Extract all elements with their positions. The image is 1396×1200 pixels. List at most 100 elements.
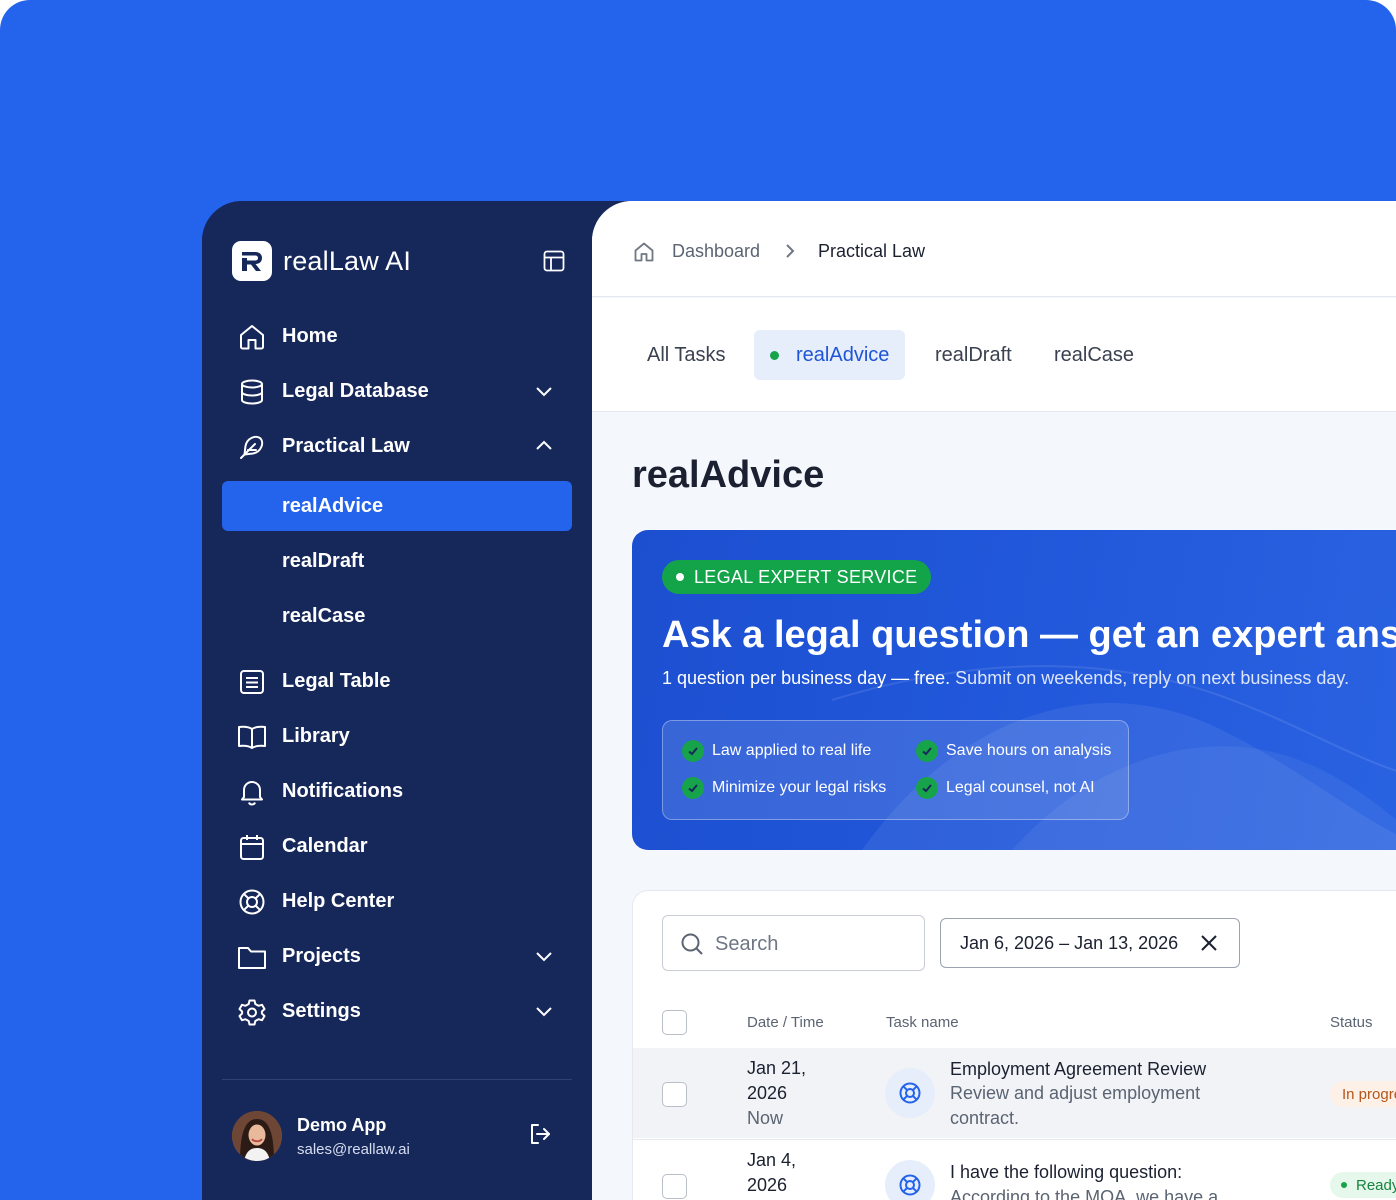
brand-name: realLaw AI xyxy=(283,245,412,276)
database-icon xyxy=(236,378,268,406)
row-date: Jan 4, 2026 xyxy=(747,1148,796,1198)
status-dot-icon xyxy=(1341,1182,1347,1188)
sidebar-item-library[interactable]: Library xyxy=(222,711,572,761)
sidebar-item-label: Practical Law xyxy=(282,434,410,457)
gear-icon xyxy=(236,998,268,1026)
sidebar-item-help-center[interactable]: Help Center xyxy=(222,876,572,926)
date-range-filter[interactable]: Jan 6, 2026 – Jan 13, 2026 xyxy=(940,918,1240,968)
feature-item: Save hours on analysis xyxy=(916,740,1111,762)
select-all-checkbox[interactable] xyxy=(662,1010,687,1035)
status-label: Ready xyxy=(1356,1176,1396,1194)
chevron-down-icon[interactable] xyxy=(532,944,556,968)
column-header-status[interactable]: Status xyxy=(1330,1014,1373,1031)
sidebar-item-home[interactable]: Home xyxy=(222,311,572,361)
hero-subtitle-rest: Submit on weekends, reply on next busine… xyxy=(950,668,1350,688)
hero-subtitle-strong: 1 question per business day — free. xyxy=(662,668,951,688)
home-icon xyxy=(236,323,268,351)
chevron-down-icon[interactable] xyxy=(532,379,556,403)
hero-subtitle: 1 question per business day — free. Subm… xyxy=(662,668,1349,689)
bell-icon xyxy=(236,778,268,806)
hero-banner: LEGAL EXPERT SERVICE Ask a legal questio… xyxy=(632,530,1396,850)
sidebar-subitem-realdraft[interactable]: realDraft xyxy=(222,536,572,586)
status-badge: LEGAL EXPERT SERVICE xyxy=(662,560,932,594)
status-badge: In progress xyxy=(1330,1081,1396,1107)
lifebuoy-icon xyxy=(236,888,268,916)
lifebuoy-icon xyxy=(885,1160,935,1200)
row-date: Jan 21, 2026 Now xyxy=(747,1056,806,1131)
feature-label: Save hours on analysis xyxy=(946,742,1112,759)
active-dot-icon xyxy=(770,351,779,360)
sidebar-item-legal-database[interactable]: Legal Database xyxy=(222,366,572,416)
chevron-up-icon[interactable] xyxy=(532,434,556,458)
search-icon xyxy=(679,931,705,957)
page-background: realLaw AI Home Legal Database Practical… xyxy=(0,0,1396,1200)
sidebar-item-label: Notifications xyxy=(282,779,404,802)
feature-item: Law applied to real life xyxy=(682,740,871,762)
sidebar-item-legal-table[interactable]: Legal Table xyxy=(222,656,572,706)
sidebar-item-settings[interactable]: Settings xyxy=(222,986,572,1036)
tab-realadvice[interactable]: realAdvice xyxy=(754,330,906,380)
check-icon xyxy=(916,777,938,799)
tab-all-tasks[interactable]: All Tasks xyxy=(647,330,726,380)
row-checkbox[interactable] xyxy=(662,1082,687,1107)
sidebar-item-label: Legal Table xyxy=(282,669,391,692)
badge-label: LEGAL EXPERT SERVICE xyxy=(694,566,918,587)
lifebuoy-icon xyxy=(885,1068,935,1118)
sidebar-item-label: Home xyxy=(282,324,338,347)
user-name: Demo App xyxy=(297,1115,387,1135)
row-date-line: Jan 4, xyxy=(747,1150,797,1170)
breadcrumb-home-icon[interactable] xyxy=(632,240,656,264)
badge-dot-icon xyxy=(676,573,684,581)
avatar[interactable] xyxy=(232,1111,282,1161)
sidebar-item-label: Library xyxy=(282,724,350,747)
topbar: Dashboard Practical Law xyxy=(592,201,1396,297)
check-icon xyxy=(682,777,704,799)
tab-realdraft[interactable]: realDraft xyxy=(935,330,1012,380)
close-icon[interactable] xyxy=(1198,932,1220,954)
sidebar-item-calendar[interactable]: Calendar xyxy=(222,821,572,871)
sidebar-subitem-realcase[interactable]: realCase xyxy=(222,591,572,641)
sidebar-item-label: Legal Database xyxy=(282,379,429,402)
tab-label: realDraft xyxy=(935,343,1012,366)
row-date-line: 2026 xyxy=(747,1175,788,1195)
task-title: Employment Agreement Review xyxy=(950,1059,1207,1079)
feature-label: Law applied to real life xyxy=(712,742,872,759)
breadcrumb-dashboard[interactable]: Dashboard xyxy=(672,241,760,262)
hero-title: Ask a legal question — get an expert ans… xyxy=(662,614,1396,656)
tabs: All Tasks realAdvice realDraft realCase xyxy=(592,298,1396,412)
logout-icon[interactable] xyxy=(527,1121,553,1147)
tasks-table-card: Jan 6, 2026 – Jan 13, 2026 Date / Time T… xyxy=(632,890,1396,1200)
check-icon xyxy=(682,740,704,762)
column-header-task[interactable]: Task name xyxy=(886,1014,959,1031)
status-badge: Ready xyxy=(1330,1172,1396,1198)
main-panel: Dashboard Practical Law All Tasks realAd… xyxy=(592,201,1396,1200)
row-checkbox[interactable] xyxy=(662,1174,687,1199)
sidebar-item-practical-law[interactable]: Practical Law xyxy=(222,421,572,471)
brand[interactable]: realLaw AI xyxy=(232,241,411,281)
breadcrumb-current: Practical Law xyxy=(818,241,926,261)
calendar-icon xyxy=(236,833,268,861)
search-box[interactable] xyxy=(662,915,925,971)
feature-label: Minimize your legal risks xyxy=(712,779,887,796)
folder-icon xyxy=(236,943,268,971)
tab-realcase[interactable]: realCase xyxy=(1054,330,1134,380)
brand-logo-icon xyxy=(232,241,272,281)
table-row[interactable]: Jan 4, 2026 I have the following questio… xyxy=(633,1139,1396,1200)
column-header-date[interactable]: Date / Time xyxy=(747,1014,824,1031)
sidebar-subitem-realadvice[interactable]: realAdvice xyxy=(222,481,572,531)
sidebar-item-label: realCase xyxy=(282,604,366,627)
sidebar-item-projects[interactable]: Projects xyxy=(222,931,572,981)
search-input[interactable] xyxy=(715,930,915,958)
chevron-down-icon[interactable] xyxy=(532,999,556,1023)
sidebar-item-label: realAdvice xyxy=(282,494,384,517)
table-row[interactable]: Jan 21, 2026 Now Employment Agreement Re… xyxy=(633,1048,1396,1138)
feather-icon xyxy=(236,433,268,461)
sidebar-item-notifications[interactable]: Notifications xyxy=(222,766,572,816)
row-date-relative: Now xyxy=(747,1108,784,1128)
date-range-value: Jan 6, 2026 – Jan 13, 2026 xyxy=(960,933,1179,953)
row-date-line: Jan 21, xyxy=(747,1058,807,1078)
tab-label: realCase xyxy=(1054,343,1135,366)
feature-item: Legal counsel, not AI xyxy=(916,777,1095,799)
task-description: Review and adjust employment contract. xyxy=(950,1083,1201,1128)
sidebar-collapse-icon[interactable] xyxy=(542,249,566,273)
